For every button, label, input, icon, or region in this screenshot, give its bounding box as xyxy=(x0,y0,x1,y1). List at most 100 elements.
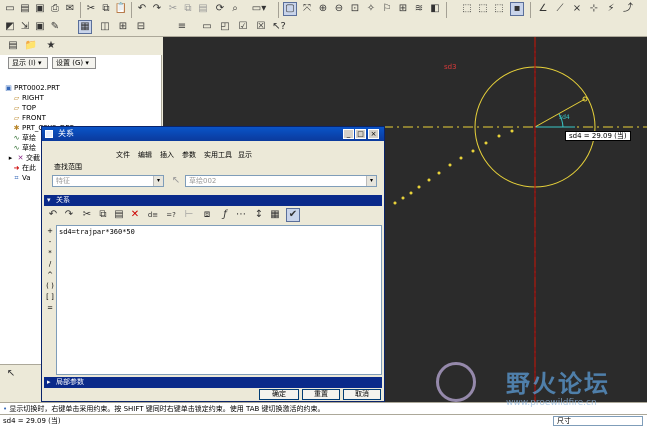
redo-icon[interactable]: ↷ xyxy=(62,208,76,222)
table-icon[interactable]: ⊞ xyxy=(116,20,130,34)
tree-item-right[interactable]: ▱ RIGHT xyxy=(12,93,44,103)
tree-item-insert-here[interactable]: ➜ 在此 xyxy=(12,163,36,173)
units-icon[interactable]: ⧈ xyxy=(200,208,214,222)
save-icon[interactable]: ▣ xyxy=(33,2,47,16)
copy-icon[interactable]: ⧉ xyxy=(181,2,195,16)
settings-menu-button[interactable]: 设置 (G) ▾ xyxy=(52,57,96,69)
menu-display[interactable]: 显示 xyxy=(238,150,252,160)
coord-sys-icon[interactable]: ⊹ xyxy=(587,2,601,16)
menu-edit[interactable]: 编辑 xyxy=(138,150,152,160)
no-hidden-icon[interactable]: ⬚ xyxy=(492,2,506,16)
reference-icon[interactable]: ⊟ xyxy=(134,20,148,34)
layers-icon[interactable]: ≋ xyxy=(412,2,426,16)
menu-insert[interactable]: 插入 xyxy=(160,150,174,160)
verify-icon[interactable]: ▦ xyxy=(268,208,282,222)
copy-icon[interactable]: ⧉ xyxy=(99,2,113,16)
copy-icon[interactable]: ⧉ xyxy=(96,208,110,222)
regenerate-icon[interactable]: ⟳ xyxy=(213,2,227,16)
show-menu-button[interactable]: 显示 (I) ▾ xyxy=(8,57,48,69)
sketch-radius-line[interactable] xyxy=(534,98,586,128)
cancel-button[interactable]: 取消 xyxy=(343,389,381,400)
close-window-icon[interactable]: ☒ xyxy=(254,20,268,34)
pointer-icon[interactable]: ↖ xyxy=(4,367,18,381)
model-icon[interactable]: ▦ xyxy=(78,20,92,34)
annotation-icon[interactable]: ⚡ xyxy=(604,2,618,16)
menu-parameters[interactable]: 参数 xyxy=(182,150,196,160)
zoom-out-icon[interactable]: ⊖ xyxy=(332,2,346,16)
wireframe-icon[interactable]: ⬚ xyxy=(460,2,474,16)
reset-button[interactable]: 重置 xyxy=(302,389,340,400)
insert-param-icon[interactable]: ⊢ xyxy=(182,208,196,222)
ok-button[interactable]: 确定 xyxy=(259,389,299,400)
select-pointer-icon[interactable]: ↖ xyxy=(169,174,183,188)
tree-item-intersect[interactable]: ▸ ✕ 交截 xyxy=(6,153,40,163)
tree-item-front[interactable]: ▱ FRONT xyxy=(12,113,46,123)
paste-icon[interactable]: 📋 xyxy=(114,2,128,16)
switch-dims-icon[interactable]: d≡ xyxy=(146,208,160,222)
paste-icon[interactable]: ▤ xyxy=(112,208,126,222)
select-box-icon[interactable]: ▭▾ xyxy=(246,2,272,16)
operator-multiply[interactable]: * xyxy=(46,249,54,257)
tree-item-var-section[interactable]: ⌗ Va xyxy=(12,173,31,183)
operator-brackets[interactable]: [ ] xyxy=(46,293,54,301)
email-icon[interactable]: ✉ xyxy=(63,2,77,16)
relation-line[interactable]: sd4=trajpar*360*50 xyxy=(59,228,135,236)
repaint-icon[interactable]: ▢ xyxy=(283,2,297,16)
view-manager-icon[interactable]: ⚐ xyxy=(380,2,394,16)
check-window-icon[interactable]: ☑ xyxy=(236,20,250,34)
cut-icon[interactable]: ✂ xyxy=(80,208,94,222)
new-icon[interactable]: ▭ xyxy=(3,2,17,16)
saved-views-icon[interactable]: ⊞ xyxy=(396,2,410,16)
find-icon[interactable]: ⌕ xyxy=(228,2,242,16)
datum-plane-icon[interactable]: ∠ xyxy=(536,2,550,16)
folder-browser-tab-icon[interactable]: 📁 xyxy=(24,39,38,53)
undo-icon[interactable]: ↶ xyxy=(135,2,149,16)
tree-item-sketch2[interactable]: ∿ 草绘 xyxy=(12,143,36,153)
sketch-icon[interactable]: ✎ xyxy=(48,20,62,34)
function-icon[interactable]: ƒ xyxy=(218,208,232,222)
folder-icon[interactable]: ▭ xyxy=(200,20,214,34)
tree-item-top[interactable]: ▱ TOP xyxy=(12,103,36,113)
evaluate-icon[interactable]: =? xyxy=(164,208,178,222)
part-icon[interactable]: ◩ xyxy=(3,20,17,34)
operator-power[interactable]: ^ xyxy=(46,271,54,279)
delete-icon[interactable]: ✕ xyxy=(128,208,142,222)
relations-section-header[interactable]: ▾ 关系 xyxy=(44,195,382,206)
close-button[interactable]: × xyxy=(368,129,379,139)
spin-icon[interactable]: ✧ xyxy=(364,2,378,16)
tree-item-root[interactable]: ▣ PRT0002.PRT xyxy=(4,83,60,93)
cut-icon[interactable]: ✂ xyxy=(84,2,98,16)
operator-parens[interactable]: ( ) xyxy=(46,282,54,290)
local-params-section-header[interactable]: ▸ 局部参数 xyxy=(44,377,382,388)
relations-editor[interactable]: sd4=trajpar*360*50 xyxy=(56,225,382,375)
datum-axis-icon[interactable]: ⟋ xyxy=(553,2,567,16)
open-icon[interactable]: ▤ xyxy=(18,2,32,16)
check-icon[interactable]: ✔ xyxy=(286,208,300,222)
refit-icon[interactable]: ⊡ xyxy=(348,2,362,16)
zoom-in-icon[interactable]: ⊕ xyxy=(316,2,330,16)
datum-curve-icon[interactable]: ⤴ xyxy=(621,2,635,16)
orient-icon[interactable]: ⤧ xyxy=(300,2,314,16)
lookup-type-select[interactable]: 特征 ▾ xyxy=(52,175,164,187)
help-icon[interactable]: ↖? xyxy=(272,20,286,34)
relations-icon[interactable]: ≡ xyxy=(175,20,189,34)
import-icon[interactable]: ⇲ xyxy=(18,20,32,34)
cut-icon[interactable]: ✂ xyxy=(166,2,180,16)
insert-function-icon[interactable]: ⋯ xyxy=(234,208,248,222)
window-icon[interactable]: ◫ xyxy=(98,20,112,34)
operator-minus[interactable]: - xyxy=(46,238,54,246)
operator-divide[interactable]: / xyxy=(46,260,54,268)
operator-plus[interactable]: + xyxy=(46,227,54,235)
filter-select[interactable]: 尺寸 xyxy=(553,416,643,426)
dimension-value-label[interactable]: sd4 = 29.09 (当) xyxy=(565,131,631,141)
maximize-button[interactable]: □ xyxy=(355,129,366,139)
paste-icon[interactable]: ▤ xyxy=(196,2,210,16)
datum-point-icon[interactable]: × xyxy=(570,2,584,16)
hidden-line-icon[interactable]: ⬚ xyxy=(476,2,490,16)
shading-icon[interactable]: ▪ xyxy=(510,2,524,16)
redo-icon[interactable]: ↷ xyxy=(150,2,164,16)
undo-icon[interactable]: ↶ xyxy=(46,208,60,222)
save-as-icon[interactable]: ▣ xyxy=(33,20,47,34)
view-window-icon[interactable]: ◰ xyxy=(218,20,232,34)
menu-utilities[interactable]: 实用工具 xyxy=(204,150,232,160)
